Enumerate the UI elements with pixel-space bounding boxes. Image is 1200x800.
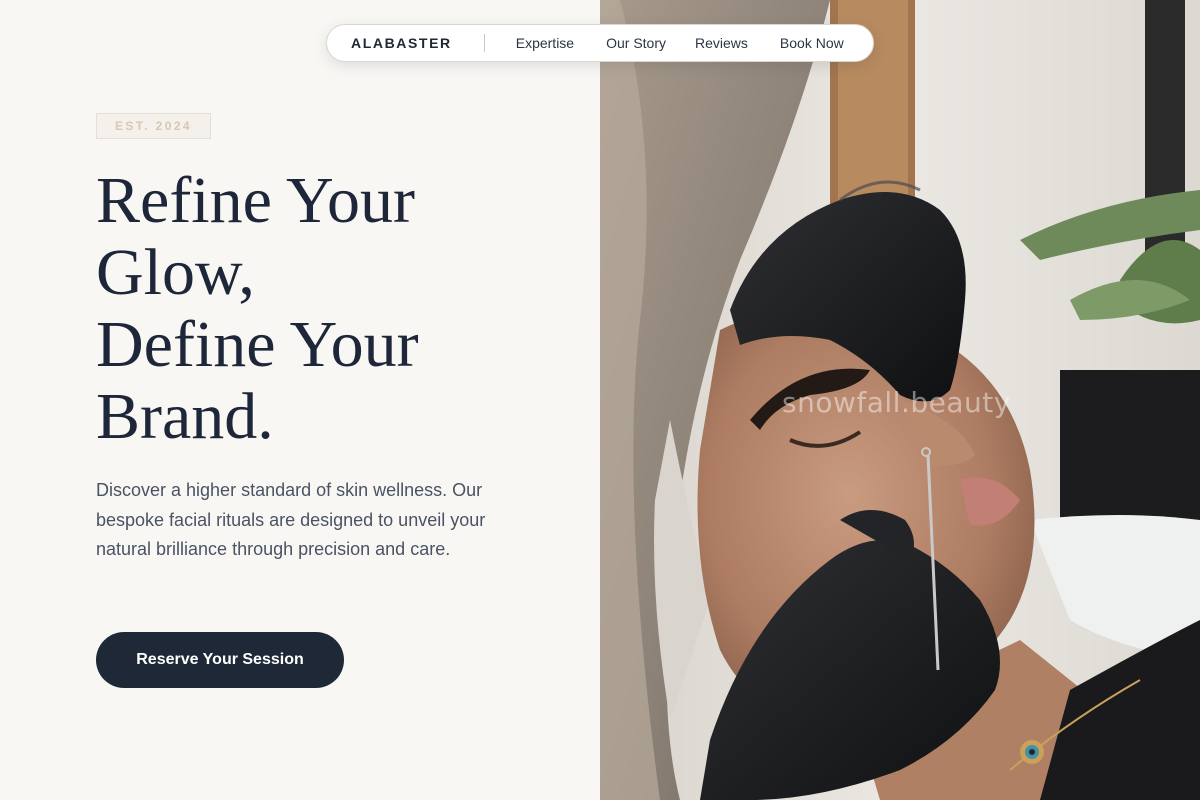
- nav-link-book-now[interactable]: Book Now: [780, 35, 844, 51]
- top-nav: ALABASTER Expertise Our Story Reviews Bo…: [326, 24, 874, 62]
- nav-link-expertise[interactable]: Expertise: [516, 35, 574, 51]
- reserve-session-button[interactable]: Reserve Your Session: [96, 632, 344, 688]
- brand-logo[interactable]: ALABASTER: [351, 35, 452, 51]
- image-watermark: snowfall.beauty: [782, 386, 1011, 419]
- nav-link-reviews[interactable]: Reviews: [695, 35, 748, 51]
- headline-line: Glow,: [96, 236, 255, 309]
- established-badge: EST. 2024: [96, 113, 211, 139]
- headline-line: Define Your: [96, 308, 419, 381]
- hero-left-panel: EST. 2024 Refine Your Glow, Define Your …: [0, 0, 600, 800]
- headline-line: Refine Your: [96, 164, 416, 237]
- hero-subtitle: Discover a higher standard of skin welln…: [96, 480, 486, 559]
- nav-link-our-story[interactable]: Our Story: [606, 35, 666, 51]
- hero-headline: Refine Your Glow, Define Your Brand.: [96, 165, 556, 453]
- nav-divider: [483, 34, 485, 52]
- headline-line: Brand.: [96, 380, 274, 453]
